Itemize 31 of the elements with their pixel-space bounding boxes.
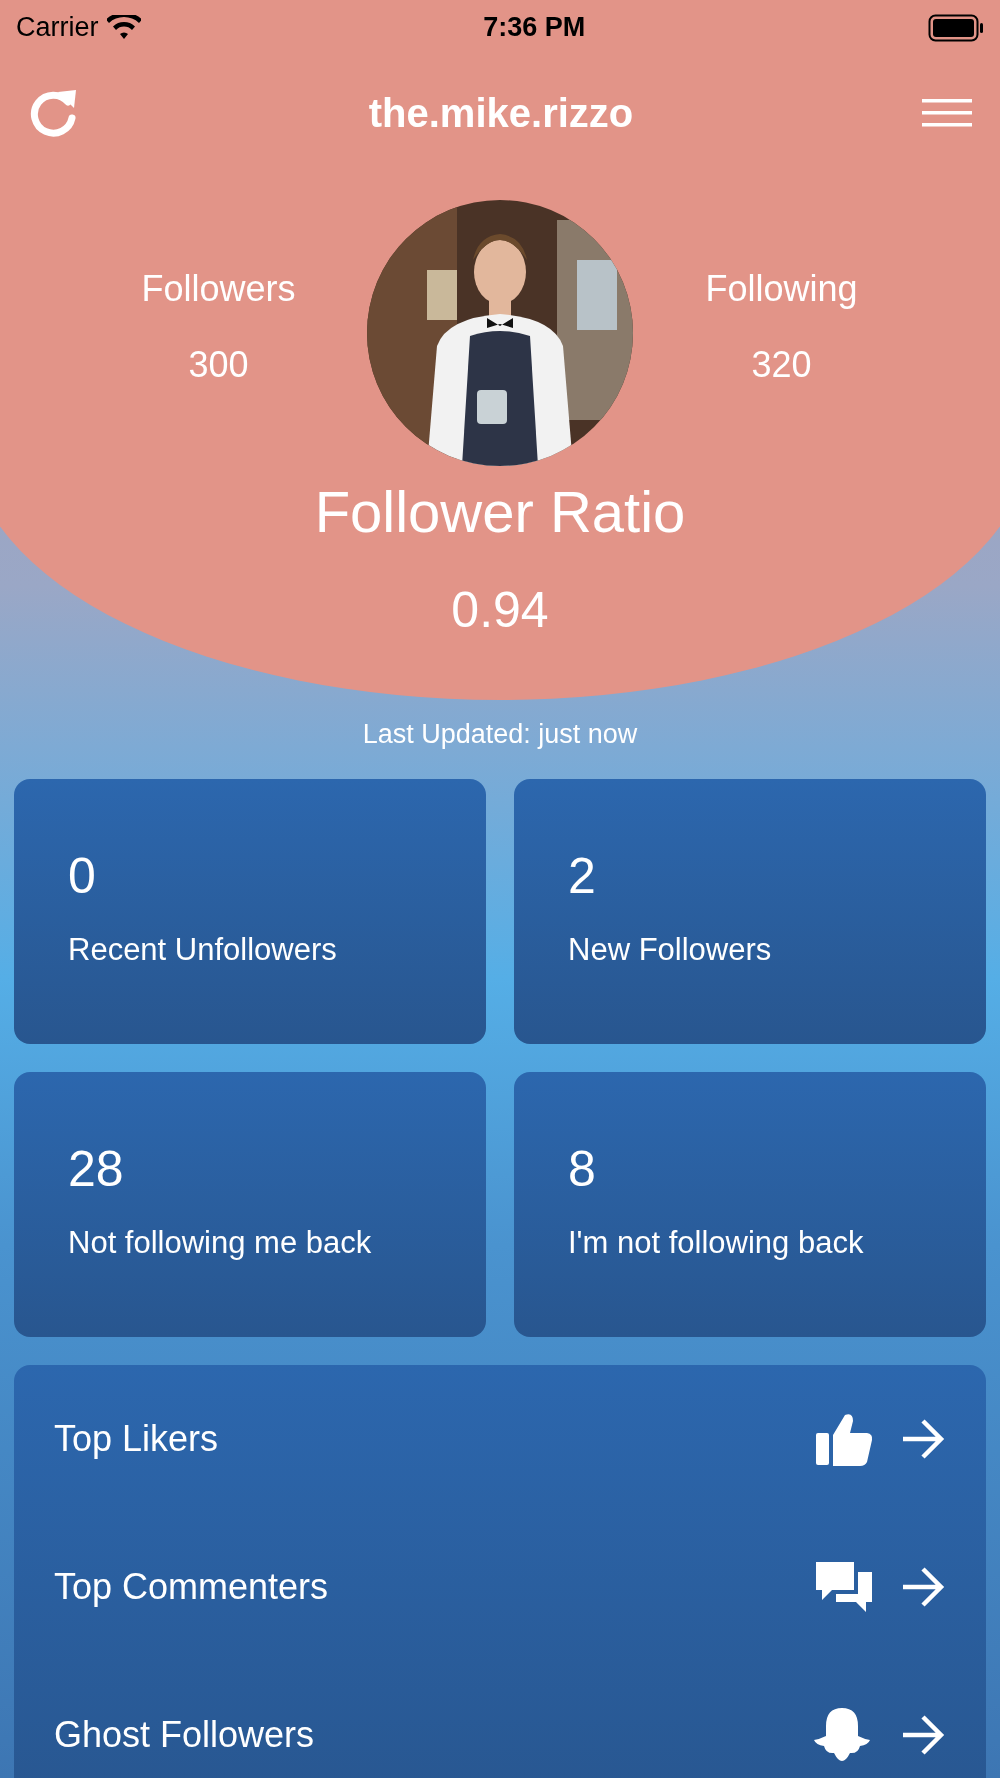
link-label[interactable]: Ghost Followers: [54, 1707, 315, 1762]
following-count: 320: [751, 343, 812, 387]
battery-icon: [928, 13, 984, 42]
stat-label: Recent Unfollowers: [68, 930, 338, 969]
stat-card[interactable]: 0 Recent Unfollowers: [14, 778, 486, 1044]
last-updated-text: Last Updated: just now: [362, 719, 638, 749]
chat-bubbles-icon: [814, 1559, 874, 1614]
stat-label: New Followers: [568, 930, 773, 969]
link-label[interactable]: Top Likers: [54, 1411, 219, 1466]
arrow-right-icon[interactable]: [900, 1713, 946, 1756]
username-title: the.mike.rizzo: [368, 89, 634, 137]
arrow-right-icon[interactable]: [900, 1565, 946, 1608]
arrow-right-icon[interactable]: [900, 1417, 946, 1460]
ratio-value: 0.94: [451, 581, 549, 640]
stat-count: 8: [568, 1143, 597, 1194]
stat-label: Not following me back: [68, 1223, 373, 1262]
stat-card[interactable]: 2 New Followers: [514, 778, 986, 1044]
link-label[interactable]: Top Commenters: [54, 1559, 329, 1614]
carrier-text: Carrier: [16, 11, 99, 45]
stat-count: 0: [68, 850, 97, 901]
stat-card[interactable]: 8 I'm not following back: [514, 1071, 986, 1337]
ratio-label: Follower Ratio: [314, 478, 686, 546]
stat-card[interactable]: 28 Not following me back: [14, 1071, 486, 1337]
stat-count: 28: [68, 1143, 125, 1194]
clock-text: 7:36 PM: [483, 11, 586, 45]
followers-label: Followers: [141, 267, 296, 311]
wifi-icon: [106, 14, 141, 41]
followers-count: 300: [188, 343, 249, 387]
stat-label: I'm not following back: [568, 1223, 865, 1262]
following-label: Following: [705, 267, 858, 311]
stat-count: 2: [568, 850, 597, 901]
